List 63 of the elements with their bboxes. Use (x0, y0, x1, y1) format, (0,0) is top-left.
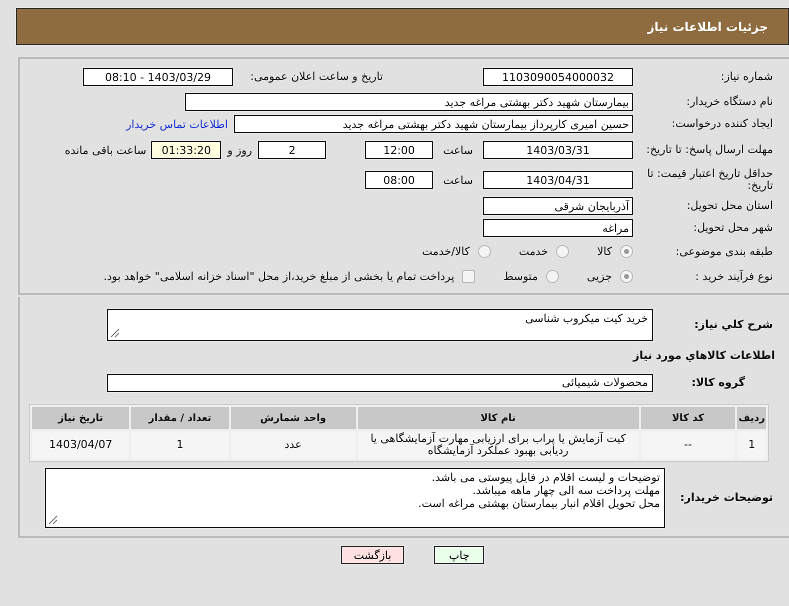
radio-label: متوسط (503, 270, 538, 283)
field-label: استان محل تحویل: (686, 200, 774, 212)
column-header: ردیف (737, 407, 766, 429)
resize-grip-icon (48, 515, 58, 525)
header-title: جزئیات اطلاعات نیاز (647, 20, 768, 34)
section-heading: اطلاعات کالاهاي مورد نياز (632, 349, 776, 362)
radio-button[interactable] (620, 270, 633, 283)
announce-date-field: 1403/03/29 - 08:10 (83, 68, 233, 86)
radio-button[interactable] (478, 245, 491, 258)
need-number-field: 1103090054000032 (483, 68, 633, 86)
table-cell: 1 (131, 431, 229, 459)
date-field: 1403/03/31 (483, 141, 633, 159)
table-cell: 1403/04/07 (32, 431, 130, 459)
remaining-label: ساعت باقی مانده (64, 144, 146, 156)
field-label: مهلت ارسال پاسخ: تا تاریخ: (645, 144, 774, 156)
creator-field: حسین امیری کارپرداز بیمارستان شهید دکتر بهشتی مراغه جدید (234, 115, 633, 133)
field-label: شماره نیاز: (720, 71, 774, 83)
radio-label: جزیی (586, 270, 612, 283)
summary-field: خرید کیت میکروب شناسی (107, 309, 653, 341)
column-header: نام کالا (358, 407, 639, 429)
column-header: واحد شمارش (230, 407, 356, 429)
buyer-notes-field: توضیحات و لیست اقلام در فایل پیوستی می باشد. مهلت پرداخت سه الی چهار ماهه میباشد. محل تحویل اقلام انبار بیمارستان بهشتی مراغه است. (45, 468, 665, 528)
contact-link[interactable]: اطلاعات تماس خریدار (126, 118, 228, 130)
province-field: آذربایجان شرقی (483, 197, 633, 215)
goods-group-field: محصولات شیمیائی (107, 374, 653, 392)
field-label: توضیحات خریدار: (679, 492, 774, 504)
radio-label: کالا (597, 245, 612, 258)
field-label: شهر محل تحویل: (692, 222, 774, 234)
radio-button[interactable] (620, 245, 633, 258)
table-cell: کیت آزمایش یا پراب برای ارزیابی مهارت آزمایشگاهی یا ردیابی بهبود عملکرد آزمایشگاه (358, 431, 639, 459)
back-button[interactable]: بازگشت (340, 546, 404, 564)
field-label: طبقه بندی موضوعی: (674, 246, 774, 258)
column-header: کد کالا (640, 407, 736, 429)
field-label: گروه کالا: (690, 377, 746, 389)
field-label: شرح کلي نياز: (693, 319, 774, 331)
time-field: 08:00 (365, 171, 434, 189)
checkbox-label: پرداخت تمام یا بخشی از مبلغ خرید،از محل "اسناد خزانه اسلامی" خواهد بود. (104, 270, 454, 283)
days-label: روز و (227, 144, 252, 156)
city-field: مراغه (483, 219, 633, 237)
field-label: نوع فرآیند خرید : (694, 270, 774, 282)
column-header: تاریخ نیاز (32, 407, 130, 429)
radio-button[interactable] (546, 270, 559, 283)
time-label: ساعت (443, 174, 473, 186)
field-label: تاریخ و ساعت اعلان عمومی: (249, 71, 384, 83)
table-cell: -- (640, 431, 736, 459)
radio-label: خدمت (518, 245, 548, 258)
radio-label: کالا/خدمت (422, 245, 470, 258)
radio-button[interactable] (556, 245, 570, 258)
buyer-org-field: بیمارستان شهید دکتر بهشتی مراغه جدید (185, 93, 633, 111)
table-cell: 1 (737, 431, 766, 459)
days-field: 2 (258, 141, 326, 159)
resize-grip-icon (110, 328, 120, 338)
field-label: حداقل تاریخ اعتبار قیمت: تا تاریخ: (646, 168, 774, 192)
time-field: 12:00 (365, 141, 434, 159)
table-cell: عدد (230, 431, 356, 459)
time-label: ساعت (443, 144, 473, 156)
checkbox[interactable] (462, 270, 476, 283)
field-label: نام دستگاه خریدار: (685, 96, 774, 108)
remaining-time-field: 01:33:20 (151, 141, 222, 159)
date-field: 1403/04/31 (483, 171, 633, 189)
print-button[interactable]: چاپ (434, 546, 484, 564)
field-label: ایجاد کننده درخواست: (670, 118, 774, 130)
column-header: تعداد / مقدار (131, 407, 229, 429)
